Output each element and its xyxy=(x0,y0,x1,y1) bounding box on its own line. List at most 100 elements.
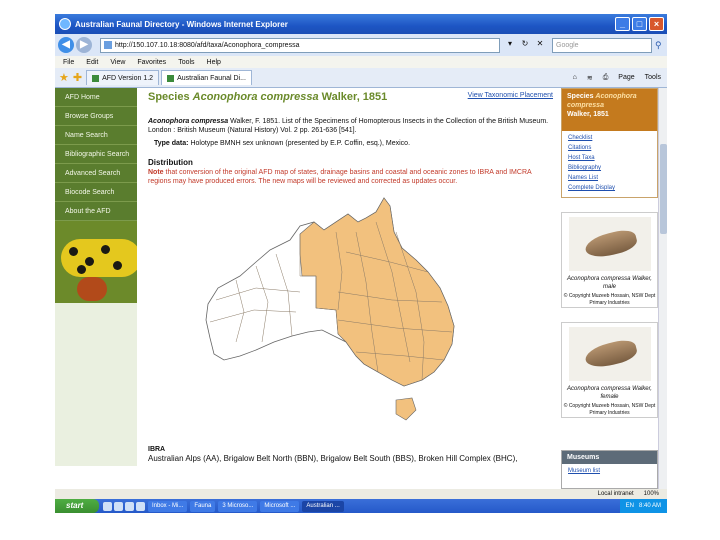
dropdown-icon[interactable]: ▾ xyxy=(504,39,516,51)
male-caption: Aconophora compressa Walker, male xyxy=(567,276,652,290)
title-prefix: Species xyxy=(148,91,190,103)
title-species-name: Aconophora compressa xyxy=(192,91,319,103)
menu-help[interactable]: Help xyxy=(207,59,221,66)
close-button[interactable]: × xyxy=(649,17,664,31)
print-icon[interactable]: ⎙ xyxy=(603,74,609,82)
distribution-heading: Distribution xyxy=(148,158,193,167)
specimen-image-female[interactable]: Aconophora compressa Walker, female © Co… xyxy=(561,322,658,418)
nav-background xyxy=(55,303,137,466)
tray-clock: 8:40 AM xyxy=(638,503,661,509)
link-bibliography[interactable]: Bibliography xyxy=(568,165,651,171)
type-data: Type data: Holotype BMNH sex unknown (pr… xyxy=(154,140,410,147)
title-bar: Australian Faunal Directory - Windows In… xyxy=(55,14,667,34)
quicklaunch-desktop-icon[interactable] xyxy=(114,501,123,511)
page-title: Species Aconophora compressa Walker, 185… xyxy=(148,91,387,103)
taskbar: start Inbox - Mi... Fauna 3 Microso... M… xyxy=(55,499,667,513)
task-australian[interactable]: Australian ... xyxy=(302,500,344,512)
forward-button[interactable]: ▶ xyxy=(76,37,92,53)
distribution-area xyxy=(299,197,455,387)
task-microsoft-group[interactable]: 3 Microso... xyxy=(218,500,258,512)
nav-advanced-search[interactable]: Advanced Search xyxy=(55,164,137,183)
taxonomic-placement-link[interactable]: View Taxonomic Placement xyxy=(468,92,553,99)
male-photo[interactable] xyxy=(568,217,651,271)
tab-row: ★ ✚ AFD Version 1.2 Australian Faunal Di… xyxy=(55,68,667,88)
nav-about-afd[interactable]: About the AFD xyxy=(55,202,137,221)
female-caption: Aconophora compressa Walker, female xyxy=(567,386,652,400)
address-field[interactable]: http://150.107.10.18:8080/afd/taxa/Acono… xyxy=(100,37,500,53)
vertical-scrollbar[interactable] xyxy=(658,88,667,489)
tab-afd-version[interactable]: AFD Version 1.2 xyxy=(86,70,160,85)
tools-menu[interactable]: Tools xyxy=(645,74,661,82)
tray-language[interactable]: EN xyxy=(626,499,634,513)
nav-name-search[interactable]: Name Search xyxy=(55,126,137,145)
start-button[interactable]: start xyxy=(55,499,99,513)
tasmania xyxy=(395,397,417,421)
nav-biocode-search[interactable]: Biocode Search xyxy=(55,183,137,202)
sidebar-species-author: Walker, 1851 xyxy=(567,111,609,118)
status-zoom[interactable]: 100% xyxy=(644,491,659,497)
nav-bibliographic-search[interactable]: Bibliographic Search xyxy=(55,145,137,164)
quicklaunch-outlook-icon[interactable] xyxy=(125,501,134,511)
quicklaunch-ie-icon[interactable] xyxy=(103,501,112,511)
link-complete-display[interactable]: Complete Display xyxy=(568,185,651,191)
tab-australian-faunal[interactable]: Australian Faunal Di... xyxy=(161,70,252,85)
reference: Aconophora compressa Walker, F. 1851. Li… xyxy=(148,117,554,135)
system-tray: EN 8:40 AM xyxy=(619,499,667,513)
refresh-icon[interactable]: ↻ xyxy=(519,39,531,51)
feeds-icon[interactable]: ≋ xyxy=(587,74,593,82)
favorites-star-icon[interactable]: ★ xyxy=(59,71,69,84)
search-icon[interactable]: ⚲ xyxy=(655,40,662,51)
species-box-header: Species Aconophora compressa Walker, 185… xyxy=(562,89,657,131)
menu-bar: File Edit View Favorites Tools Help xyxy=(55,56,667,68)
tab-page-icon xyxy=(92,74,100,82)
task-microsoft[interactable]: Microsoft ... xyxy=(260,500,300,512)
distribution-map xyxy=(196,192,466,432)
scroll-thumb[interactable] xyxy=(660,144,667,234)
maximize-button[interactable]: □ xyxy=(632,17,647,31)
address-row: ◀ ▶ http://150.107.10.18:8080/afd/taxa/A… xyxy=(55,34,667,56)
link-checklist[interactable]: Checklist xyxy=(568,135,651,141)
add-favorites-icon[interactable]: ✚ xyxy=(73,71,82,84)
address-url: http://150.107.10.18:8080/afd/taxa/Acono… xyxy=(115,41,300,49)
nav-afd-home[interactable]: AFD Home xyxy=(55,88,137,107)
menu-edit[interactable]: Edit xyxy=(86,59,98,66)
ibra-regions: Australian Alps (AA), Brigalow Belt Nort… xyxy=(148,454,518,463)
status-zone: Local intranet xyxy=(597,491,634,497)
link-names-list[interactable]: Names List xyxy=(568,175,651,181)
window-title: Australian Faunal Directory - Windows In… xyxy=(75,19,288,29)
museums-heading: Museums xyxy=(562,451,657,464)
link-citations[interactable]: Citations xyxy=(568,145,651,151)
menu-tools[interactable]: Tools xyxy=(178,59,194,66)
minimize-button[interactable]: _ xyxy=(615,17,630,31)
page-icon xyxy=(104,41,112,49)
title-author: Walker, 1851 xyxy=(321,91,388,103)
menu-file[interactable]: File xyxy=(63,59,74,66)
ie-icon xyxy=(59,18,71,30)
reference-species: Aconophora compressa xyxy=(148,118,229,125)
tab-page-icon xyxy=(167,74,175,82)
browser-window: Australian Faunal Directory - Windows In… xyxy=(55,14,667,513)
web-page: AFD Home Browse Groups Name Search Bibli… xyxy=(55,88,667,489)
tab-label: Australian Faunal Di... xyxy=(177,74,246,82)
back-button[interactable]: ◀ xyxy=(58,37,74,53)
type-text: Holotype BMNH sex unknown (presented by … xyxy=(190,140,411,147)
tab-label: AFD Version 1.2 xyxy=(102,74,154,82)
stop-icon[interactable]: ✕ xyxy=(534,39,546,51)
menu-view[interactable]: View xyxy=(110,59,125,66)
search-input[interactable]: Google xyxy=(552,37,652,53)
nav-browse-groups[interactable]: Browse Groups xyxy=(55,107,137,126)
home-icon[interactable]: ⌂ xyxy=(573,74,577,82)
page-menu[interactable]: Page xyxy=(618,74,634,82)
link-museum-list[interactable]: Museum list xyxy=(568,468,651,474)
specimen-image-male[interactable]: Aconophora compressa Walker, male © Copy… xyxy=(561,212,658,308)
quicklaunch-word-icon[interactable] xyxy=(136,501,145,511)
species-box: Species Aconophora compressa Walker, 185… xyxy=(561,88,658,198)
female-copyright: © Copyright Muzeeb Hossain, NSW Dept Pri… xyxy=(563,403,656,416)
link-host-taxa[interactable]: Host Taxa xyxy=(568,155,651,161)
left-nav: AFD Home Browse Groups Name Search Bibli… xyxy=(55,88,137,489)
menu-favorites[interactable]: Favorites xyxy=(137,59,166,66)
female-photo[interactable] xyxy=(568,327,651,381)
task-inbox[interactable]: Inbox - Mi... xyxy=(148,500,188,512)
distribution-note: Note that conversion of the original AFD… xyxy=(148,168,553,186)
task-fauna[interactable]: Fauna xyxy=(190,500,216,512)
